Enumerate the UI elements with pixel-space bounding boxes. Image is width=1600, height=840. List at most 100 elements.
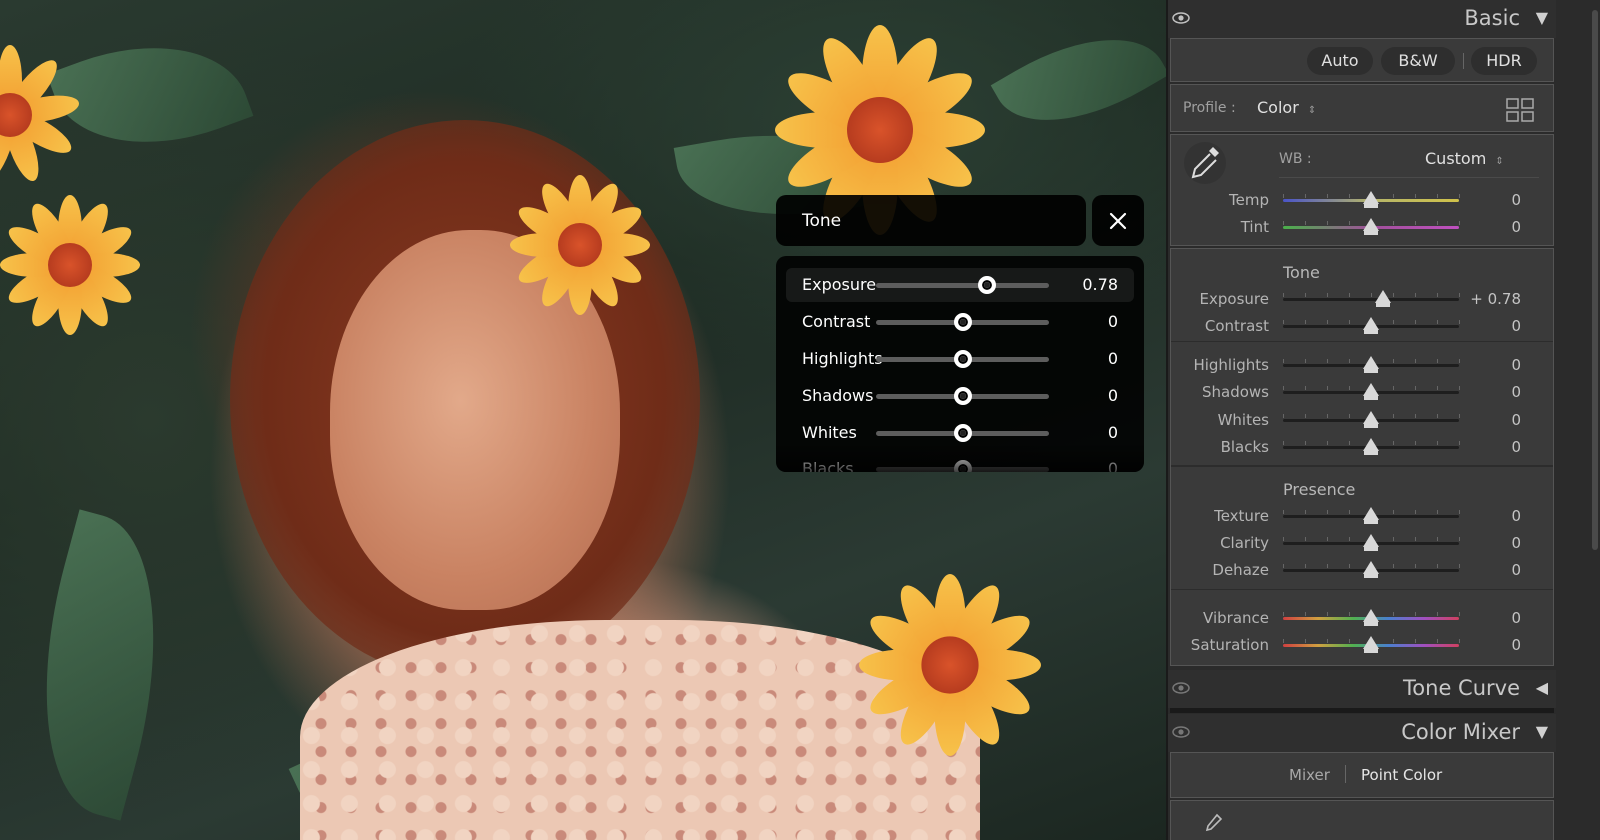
slider-tick (1437, 564, 1438, 568)
slider-tick (1393, 612, 1394, 616)
color-mixer-header[interactable]: Color Mixer ▼ (1168, 714, 1556, 752)
slider-knob[interactable] (953, 313, 972, 331)
slider-value: 0 (1107, 312, 1118, 331)
slider-value[interactable]: 0 (1511, 609, 1521, 627)
triangle-down-icon[interactable]: ▼ (1536, 8, 1548, 27)
slider-tick (1437, 221, 1438, 225)
slider-clarity[interactable]: Clarity 0 (1173, 530, 1557, 556)
triangle-left-icon[interactable]: ◀ (1536, 678, 1548, 697)
slider-label: Shadows (1201, 383, 1269, 401)
slider-saturation[interactable]: Saturation 0 (1173, 632, 1557, 658)
slider-thumb[interactable] (1363, 507, 1379, 524)
slider-thumb[interactable] (1363, 534, 1379, 551)
slider-label: Whites (802, 423, 857, 442)
slider-thumb[interactable] (1363, 218, 1379, 235)
panel-scrollbar[interactable] (1592, 10, 1598, 550)
tab-point-color[interactable]: Point Color (1361, 766, 1442, 784)
slider-tick (1393, 320, 1394, 324)
slider-blacks[interactable]: Blacks 0 (1173, 434, 1557, 460)
auto-button[interactable]: Auto (1307, 47, 1373, 75)
slider-tick (1437, 639, 1438, 643)
tone-slider-shadows[interactable]: Shadows 0 (786, 379, 1134, 413)
slider-label: Clarity (1220, 534, 1269, 552)
slider-value[interactable]: 0 (1511, 218, 1521, 236)
slider-tick (1327, 293, 1328, 297)
slider-tick (1459, 441, 1460, 445)
eye-icon[interactable] (1172, 679, 1190, 697)
slider-value[interactable]: 0 (1511, 438, 1521, 456)
slider-tick (1305, 194, 1306, 198)
slider-knob[interactable] (953, 350, 972, 368)
tone-slider-highlights[interactable]: Highlights 0 (786, 342, 1134, 376)
slider-value[interactable]: 0 (1511, 317, 1521, 335)
profile-select[interactable]: Color ⇕ (1257, 98, 1316, 117)
slider-value[interactable]: 0 (1511, 636, 1521, 654)
slider-thumb[interactable] (1363, 317, 1379, 334)
slider-tick (1393, 510, 1394, 514)
slider-exposure[interactable]: Exposure + 0.78 (1173, 286, 1557, 312)
divider (1170, 708, 1554, 713)
slider-value[interactable]: + 0.78 (1470, 290, 1521, 308)
hdr-button[interactable]: HDR (1471, 47, 1537, 75)
slider-thumb[interactable] (1363, 383, 1379, 400)
slider-texture[interactable]: Texture 0 (1173, 503, 1557, 529)
slider-tick (1327, 537, 1328, 541)
slider-knob[interactable] (953, 424, 972, 442)
slider-value[interactable]: 0 (1511, 383, 1521, 401)
slider-value[interactable]: 0 (1511, 561, 1521, 579)
slider-highlights[interactable]: Highlights 0 (1173, 352, 1557, 378)
slider-value[interactable]: 0 (1511, 356, 1521, 374)
slider-tick (1305, 414, 1306, 418)
basic-header[interactable]: Basic ▼ (1168, 0, 1556, 38)
tab-mixer[interactable]: Mixer (1289, 766, 1330, 784)
slider-tint[interactable]: Tint 0 (1173, 214, 1557, 240)
grid-icon[interactable] (1505, 97, 1535, 123)
close-button[interactable] (1092, 195, 1144, 246)
slider-thumb[interactable] (1363, 356, 1379, 373)
slider-track[interactable] (1283, 298, 1459, 301)
tone-curve-header[interactable]: Tone Curve ◀ (1168, 670, 1556, 708)
profile-label: Profile : (1183, 100, 1236, 116)
slider-whites[interactable]: Whites 0 (1173, 407, 1557, 433)
slider-knob[interactable] (977, 276, 996, 294)
slider-thumb[interactable] (1375, 290, 1392, 307)
slider-dehaze[interactable]: Dehaze 0 (1173, 557, 1557, 583)
slider-value[interactable]: 0 (1511, 411, 1521, 429)
slider-shadows[interactable]: Shadows 0 (1173, 379, 1557, 405)
tone-slider-contrast[interactable]: Contrast 0 (786, 305, 1134, 339)
leaf-shape (4, 509, 196, 821)
triangle-down-icon[interactable]: ▼ (1536, 722, 1548, 741)
wb-select[interactable]: Custom ⇕ (1425, 149, 1504, 168)
slider-knob[interactable] (953, 387, 972, 405)
slider-label: Texture (1214, 507, 1269, 525)
wb-box: WB : Custom ⇕ Temp 0 Tint 0 (1170, 134, 1554, 246)
slider-thumb[interactable] (1363, 191, 1379, 208)
slider-thumb[interactable] (1363, 411, 1379, 428)
slider-label: Shadows (802, 386, 874, 405)
bw-button[interactable]: B&W (1381, 47, 1455, 75)
slider-contrast[interactable]: Contrast 0 (1173, 313, 1557, 339)
leaf-shape (46, 12, 254, 178)
slider-tick (1327, 320, 1328, 324)
eyedropper-icon[interactable] (1183, 139, 1227, 187)
eyedropper-icon[interactable] (1201, 811, 1225, 835)
slider-tick (1437, 414, 1438, 418)
slider-value[interactable]: 0 (1511, 534, 1521, 552)
slider-thumb[interactable] (1363, 636, 1379, 653)
slider-temp[interactable]: Temp 0 (1173, 187, 1557, 213)
slider-thumb[interactable] (1363, 561, 1379, 578)
slider-tick (1415, 194, 1416, 198)
slider-value[interactable]: 0 (1511, 507, 1521, 525)
slider-value[interactable]: 0 (1511, 191, 1521, 209)
slider-tick (1349, 510, 1350, 514)
slider-tick (1283, 639, 1284, 643)
slider-tick (1327, 612, 1328, 616)
eye-icon[interactable] (1172, 723, 1190, 741)
slider-vibrance[interactable]: Vibrance 0 (1173, 605, 1557, 631)
slider-thumb[interactable] (1363, 609, 1379, 626)
slider-track[interactable] (876, 283, 1049, 288)
slider-tick (1393, 537, 1394, 541)
slider-thumb[interactable] (1363, 438, 1379, 455)
eye-icon[interactable] (1172, 9, 1190, 27)
tone-slider-exposure[interactable]: Exposure 0.78 (786, 268, 1134, 302)
